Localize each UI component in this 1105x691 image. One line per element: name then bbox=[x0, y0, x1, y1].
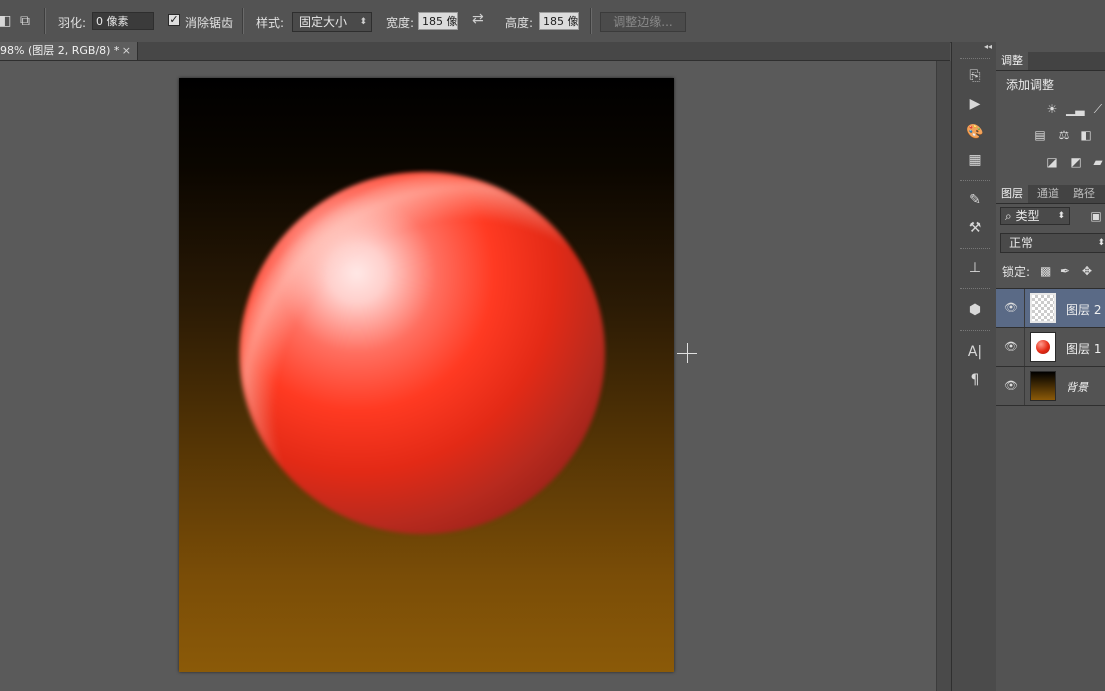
right-panel: 调整 添加调整 ☀ ▁▃ ⟋ ▤ ⚖ ◧ ◪ ◩ ▰ 图层 通道 路径 ⌕ 类型… bbox=[996, 42, 1105, 691]
chevron-updown-icon: ⬍ bbox=[1097, 238, 1105, 248]
layers-tab-row: 图层 通道 路径 bbox=[996, 185, 1105, 204]
3d-cube-icon[interactable]: ⬢ bbox=[964, 300, 986, 320]
tool-presets-icon[interactable]: ⚒ bbox=[964, 218, 986, 238]
swatches-icon[interactable]: 🎨 bbox=[964, 122, 986, 142]
dock-grip[interactable] bbox=[960, 330, 990, 333]
divider bbox=[44, 8, 46, 34]
layer-thumbnail bbox=[1030, 371, 1056, 401]
height-label: 高度: bbox=[505, 16, 534, 30]
tab-layers[interactable]: 图层 bbox=[996, 185, 1028, 203]
blend-mode-select[interactable]: 正常 ⬍ bbox=[1000, 233, 1105, 253]
tab-paths[interactable]: 路径 bbox=[1068, 185, 1100, 203]
document-tab-bar: 98% (图层 2, RGB/8) * × bbox=[0, 42, 950, 61]
add-adjustment-label: 添加调整 bbox=[1006, 78, 1055, 92]
dock-grip[interactable] bbox=[960, 288, 990, 291]
document-tab-title: 98% (图层 2, RGB/8) * bbox=[0, 44, 120, 57]
dock-grip[interactable] bbox=[960, 248, 990, 251]
vibrance-icon[interactable]: ▤ bbox=[1032, 128, 1048, 142]
divider bbox=[590, 8, 592, 34]
divider bbox=[1024, 289, 1025, 327]
style-select[interactable]: 固定大小 ⬍ bbox=[292, 12, 372, 32]
lock-label: 锁定: bbox=[1002, 265, 1031, 279]
refine-edge-button[interactable]: 调整边缘... bbox=[600, 12, 686, 32]
adjustments-tab-row: 调整 bbox=[996, 52, 1105, 71]
color-balance-icon[interactable]: ⚖ bbox=[1056, 128, 1072, 142]
invert-icon[interactable]: ◪ bbox=[1044, 155, 1060, 169]
intersect-selection-icon[interactable]: ⧉ bbox=[14, 11, 36, 31]
posterize-icon[interactable]: ◩ bbox=[1068, 155, 1084, 169]
dock-grip[interactable] bbox=[960, 58, 990, 61]
dock-grip[interactable] bbox=[960, 180, 990, 183]
options-bar: ◧ ⧉ 羽化: 0 像素 ✓ 消除锯齿 样式: 固定大小 ⬍ 宽度: 185 像… bbox=[0, 0, 1105, 43]
width-input[interactable]: 185 像 bbox=[418, 12, 458, 30]
chevron-updown-icon: ⬍ bbox=[359, 17, 367, 27]
close-icon[interactable]: × bbox=[122, 42, 131, 60]
layer-row[interactable]: 👁 图层 1 bbox=[996, 328, 1105, 367]
clone-source-icon[interactable]: ⊥ bbox=[964, 258, 986, 278]
width-label: 宽度: bbox=[386, 16, 415, 30]
layer-name[interactable]: 图层 2 bbox=[1066, 301, 1101, 318]
antialias-label: 消除锯齿 bbox=[185, 16, 234, 30]
black-white-icon[interactable]: ◧ bbox=[1078, 128, 1094, 142]
tab-adjustments[interactable]: 调整 bbox=[996, 52, 1028, 70]
history-icon[interactable]: ⎘ bbox=[964, 66, 986, 86]
eye-icon[interactable]: 👁 bbox=[1004, 340, 1018, 353]
gradient-map-icon[interactable]: ▰ bbox=[1090, 155, 1105, 169]
document-tab[interactable]: 98% (图层 2, RGB/8) * × bbox=[0, 42, 138, 60]
chevron-updown-icon: ⬍ bbox=[1057, 211, 1065, 221]
divider bbox=[1024, 328, 1025, 366]
grid-icon[interactable]: ▦ bbox=[964, 150, 986, 170]
image-filter-icon[interactable]: ▣ bbox=[1088, 209, 1104, 223]
swap-icon[interactable]: ⇄ bbox=[472, 11, 484, 27]
antialias-checkbox[interactable]: ✓ bbox=[168, 14, 180, 26]
layer-filter-value: 类型 bbox=[1015, 209, 1040, 223]
style-select-value: 固定大小 bbox=[299, 15, 348, 29]
curves-icon[interactable]: ⟋ bbox=[1090, 102, 1105, 116]
layer-row[interactable]: 👁 图层 2 bbox=[996, 289, 1105, 328]
layer-row[interactable]: 👁 背景 bbox=[996, 367, 1105, 406]
style-label: 样式: bbox=[256, 16, 285, 30]
feather-input[interactable]: 0 像素 bbox=[92, 12, 154, 30]
lock-brush-icon[interactable]: ✒ bbox=[1060, 264, 1070, 278]
brush-icon[interactable]: ✎ bbox=[964, 190, 986, 210]
panel-dock: ◂◂ ⎘ ▶ 🎨 ▦ ✎ ⚒ ⊥ ⬢ A| ¶ bbox=[951, 42, 997, 691]
layer-name[interactable]: 图层 1 bbox=[1066, 340, 1101, 357]
layer-filter-select[interactable]: ⌕ 类型 ⬍ bbox=[1000, 207, 1070, 225]
lock-transparency-icon[interactable]: ▩ bbox=[1040, 264, 1051, 278]
layers-list: 👁 图层 2 👁 图层 1 👁 背景 bbox=[996, 288, 1105, 406]
character-icon[interactable]: A| bbox=[964, 342, 986, 362]
feather-label: 羽化: bbox=[58, 16, 87, 30]
sphere-rim-highlight bbox=[240, 172, 605, 534]
search-icon: ⌕ bbox=[1005, 209, 1016, 223]
tab-channels[interactable]: 通道 bbox=[1032, 185, 1064, 203]
divider bbox=[242, 8, 244, 34]
eye-icon[interactable]: 👁 bbox=[1004, 379, 1018, 392]
height-input[interactable]: 185 像 bbox=[539, 12, 579, 30]
vertical-scrollbar[interactable] bbox=[936, 61, 951, 691]
actions-play-icon[interactable]: ▶ bbox=[964, 94, 986, 114]
blend-mode-value: 正常 bbox=[1009, 236, 1034, 250]
brightness-icon[interactable]: ☀ bbox=[1044, 102, 1060, 116]
collapse-icon[interactable]: ◂◂ bbox=[984, 42, 992, 51]
layer-thumbnail bbox=[1030, 293, 1056, 323]
layer-thumbnail bbox=[1030, 332, 1056, 362]
layer-name[interactable]: 背景 bbox=[1066, 379, 1088, 395]
paragraph-icon[interactable]: ¶ bbox=[964, 370, 986, 390]
levels-icon[interactable]: ▁▃ bbox=[1066, 102, 1084, 116]
divider bbox=[1024, 367, 1025, 405]
lock-move-icon[interactable]: ✥ bbox=[1082, 264, 1092, 278]
crosshair-cursor-icon bbox=[687, 343, 688, 363]
eye-icon[interactable]: 👁 bbox=[1004, 301, 1018, 314]
